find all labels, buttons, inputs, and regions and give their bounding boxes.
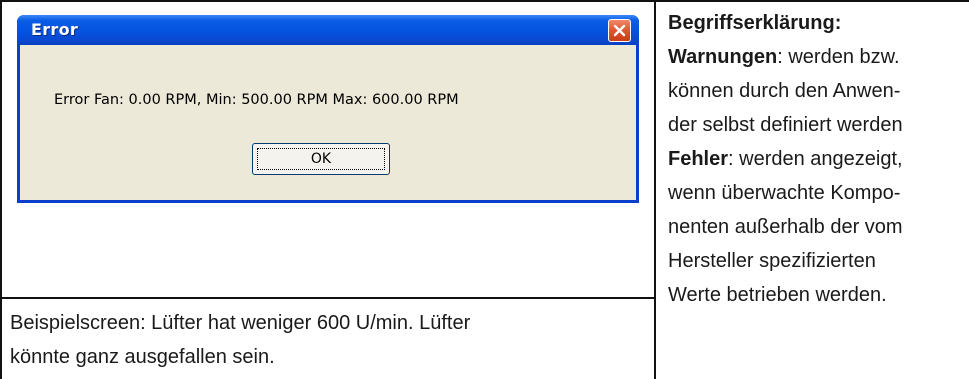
glossary-text-line: wenn überwachte Kompo- xyxy=(668,182,901,204)
glossary-text-line: der selbst definiert werden xyxy=(668,114,903,136)
glossary-text-line: können durch den Anwen- xyxy=(668,80,901,102)
glossary-panel: Begriffserklärung: Warnungen: werden bzw… xyxy=(668,6,964,312)
caption-line-1: Beispielscreen: Lüfter hat weniger 600 U… xyxy=(10,312,471,334)
dialog-titlebar[interactable]: Error xyxy=(17,15,639,45)
dialog-title: Error xyxy=(31,20,79,39)
frame-left-border xyxy=(0,0,2,379)
ok-button[interactable]: OK xyxy=(252,143,390,175)
glossary-text-line: nenten außerhalb der vom xyxy=(668,216,903,238)
glossary-warnings-line: Warnungen: werden bzw. xyxy=(668,40,964,74)
glossary-errors-line: Fehler: werden angezeigt, xyxy=(668,142,964,176)
caption-line-2: könnte ganz ausgefallen sein. xyxy=(10,346,275,368)
close-button[interactable] xyxy=(608,19,631,42)
glossary-text-line: Werte betrieben werden. xyxy=(668,284,887,306)
frame-top-border xyxy=(0,0,969,2)
close-icon xyxy=(613,24,626,37)
glossary-text-line: Hersteller spezifizierten xyxy=(668,250,876,272)
term-errors-desc: : werden angezeigt, xyxy=(728,148,903,170)
ok-button-label: OK xyxy=(310,151,332,167)
column-divider xyxy=(654,0,656,379)
term-warnings-desc: : werden bzw. xyxy=(777,46,900,68)
glossary-heading: Begriffserklärung: xyxy=(668,12,842,34)
error-message: Error Fan: 0.00 RPM, Min: 500.00 RPM Max… xyxy=(54,92,459,108)
error-dialog: Error Error Fan: 0.00 RPM, Min: 500.00 R… xyxy=(17,15,639,203)
term-errors: Fehler xyxy=(668,148,729,170)
screenshot-caption: Beispielscreen: Lüfter hat weniger 600 U… xyxy=(10,306,650,374)
term-warnings: Warnungen xyxy=(668,46,778,68)
caption-divider xyxy=(0,297,656,299)
